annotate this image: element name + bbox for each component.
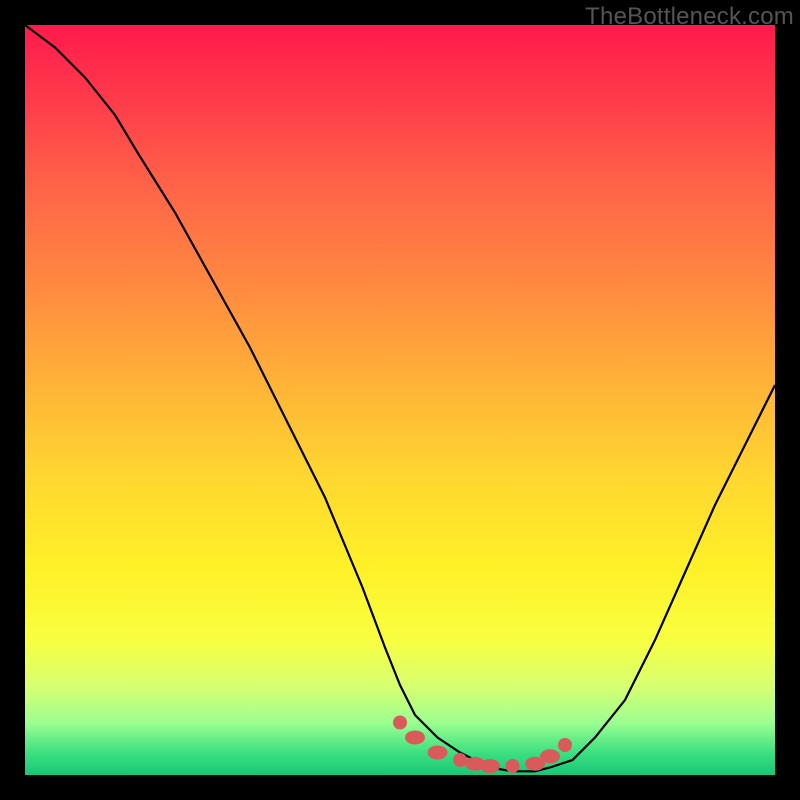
plot-area — [25, 25, 775, 775]
marker-dot — [506, 759, 520, 773]
watermark-label: TheBottleneck.com — [585, 3, 794, 31]
marker-dot — [558, 738, 572, 752]
chart-frame: TheBottleneck.com — [0, 0, 800, 800]
marker-dot — [540, 749, 560, 763]
bottleneck-curve — [25, 25, 775, 775]
marker-dot — [480, 759, 500, 773]
marker-dot — [405, 731, 425, 745]
curve-line — [25, 25, 775, 771]
flat-region-markers — [393, 716, 572, 774]
marker-dot — [428, 746, 448, 760]
marker-dot — [453, 753, 467, 767]
marker-dot — [393, 716, 407, 730]
